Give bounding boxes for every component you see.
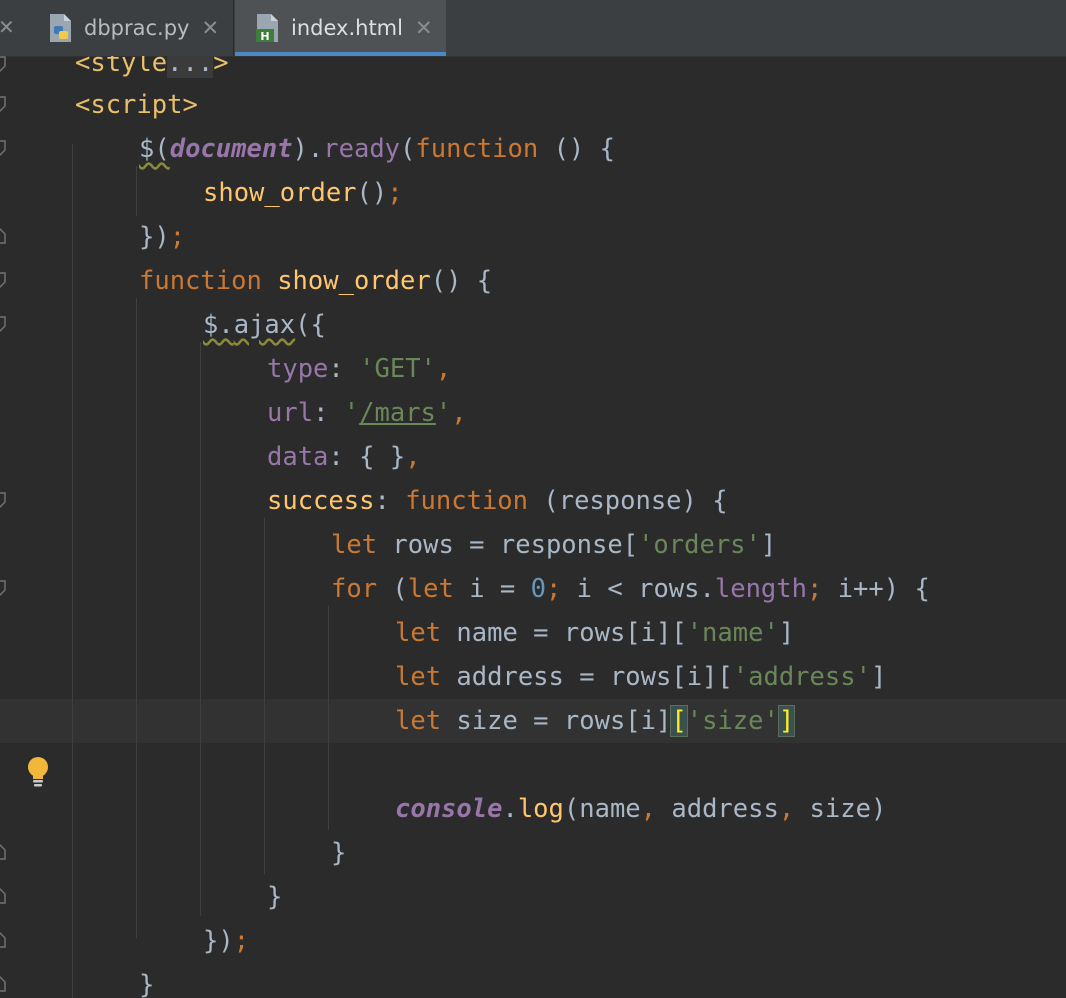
code-line: } bbox=[331, 838, 347, 868]
tab-index-html[interactable]: H index.html ✕ bbox=[235, 0, 446, 56]
code-line-current: let size = rows[i]['size'] bbox=[395, 705, 796, 737]
editor-tab-bar: ✕ dbprac.py ✕ H index.html ✕ bbox=[0, 0, 1066, 57]
fold-end-icon[interactable] bbox=[0, 932, 6, 948]
code-line: let name = rows[i]['name'] bbox=[395, 618, 795, 648]
fold-end-icon[interactable] bbox=[0, 976, 6, 992]
close-icon[interactable]: ✕ bbox=[0, 14, 15, 40]
fold-marker-icon[interactable] bbox=[0, 492, 6, 508]
fold-end-icon[interactable] bbox=[0, 228, 6, 244]
code-line: <style...> bbox=[75, 56, 229, 85]
code-line: show_order(); bbox=[203, 178, 403, 208]
code-line: }); bbox=[139, 222, 186, 252]
code-line: url: '/mars', bbox=[267, 398, 467, 428]
fold-marker-icon[interactable] bbox=[0, 96, 6, 112]
close-icon[interactable]: ✕ bbox=[415, 16, 433, 40]
code-line: for (let i = 0; i < rows.length; i++) { bbox=[331, 574, 930, 604]
fold-marker-icon[interactable] bbox=[0, 140, 6, 156]
fold-marker-icon[interactable] bbox=[0, 316, 6, 332]
indent-guide bbox=[328, 606, 329, 830]
indent-guide bbox=[72, 144, 73, 998]
code-line: <script> bbox=[75, 90, 198, 120]
folded-code-placeholder: ... bbox=[167, 56, 214, 78]
tab-label: index.html bbox=[291, 16, 403, 40]
indent-guide bbox=[200, 342, 201, 916]
fold-end-icon[interactable] bbox=[0, 888, 6, 904]
lightbulb-icon[interactable] bbox=[25, 756, 51, 788]
svg-text:H: H bbox=[260, 30, 269, 43]
tab-label: dbprac.py bbox=[84, 16, 190, 40]
code-editor[interactable]: <style...> <script> $(document).ready(fu… bbox=[0, 56, 1066, 998]
code-line: console.log(name, address, size) bbox=[395, 794, 887, 824]
code-line: } bbox=[139, 970, 155, 998]
python-file-icon bbox=[48, 13, 74, 43]
html-file-icon: H bbox=[255, 13, 281, 43]
code-line: let rows = response['orders'] bbox=[331, 530, 777, 560]
code-line: function show_order() { bbox=[139, 266, 493, 296]
fold-marker-icon[interactable] bbox=[0, 56, 6, 72]
matched-bracket: [ bbox=[670, 705, 688, 737]
tab-dbprac-py[interactable]: dbprac.py ✕ bbox=[28, 0, 234, 56]
indent-guide bbox=[264, 518, 265, 874]
indent-guide bbox=[136, 298, 137, 938]
fold-marker-icon[interactable] bbox=[0, 580, 6, 596]
code-line: success: function (response) { bbox=[267, 486, 728, 516]
code-line: }); bbox=[203, 926, 250, 956]
url-link[interactable]: /mars bbox=[359, 398, 436, 428]
code-line: $.ajax({ bbox=[203, 310, 326, 340]
indent-guide bbox=[136, 166, 137, 216]
fold-marker-icon[interactable] bbox=[0, 272, 6, 288]
code-line: let address = rows[i]['address'] bbox=[395, 662, 887, 692]
code-line: data: { }, bbox=[267, 442, 421, 472]
code-line: } bbox=[267, 882, 283, 912]
code-line: type: 'GET', bbox=[267, 354, 452, 384]
editor-gutter bbox=[0, 56, 70, 998]
code-line: $(document).ready(function () { bbox=[139, 134, 615, 164]
fold-end-icon[interactable] bbox=[0, 844, 6, 860]
matched-bracket: ] bbox=[777, 705, 796, 737]
close-icon[interactable]: ✕ bbox=[201, 16, 219, 40]
